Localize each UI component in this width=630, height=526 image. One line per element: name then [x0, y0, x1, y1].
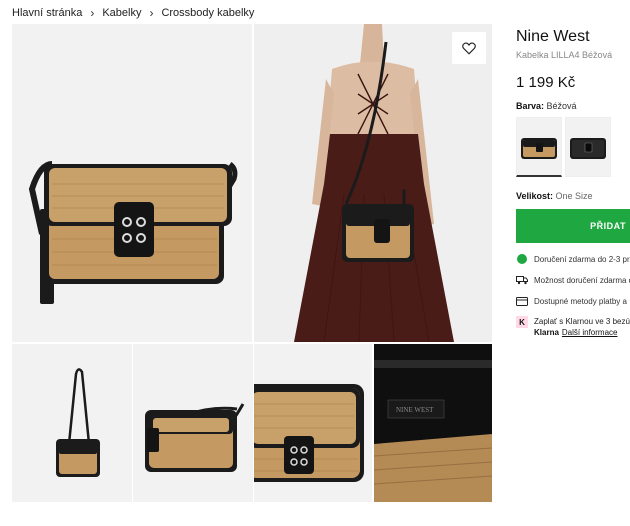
svg-text:NINE WEST: NINE WEST: [396, 406, 434, 414]
klarna-info: K Zaplať s Klarnou ve 3 bezúr Klarna Dalš…: [516, 316, 630, 338]
breadcrumb-home[interactable]: Hlavní stránka: [12, 7, 82, 19]
size-label: Velikost:: [516, 191, 554, 201]
bag-interior-image: NINE WEST: [374, 344, 492, 502]
feature-free-delivery: Možnost doručení zdarma do: [516, 274, 630, 286]
truck-icon: [516, 274, 528, 286]
feature-payment-text: Dostupné metody platby a: [534, 296, 627, 306]
swatch-black-image: [570, 138, 606, 159]
color-row: Barva: Béžová: [516, 101, 630, 111]
color-value: Béžová: [546, 101, 577, 111]
chevron-right-icon: ›: [90, 6, 95, 20]
product-image-model[interactable]: [254, 24, 492, 342]
klarna-more-info-link[interactable]: Další informace: [562, 328, 618, 337]
swatch-black[interactable]: [565, 117, 611, 177]
breadcrumb-kabelky[interactable]: Kabelky: [102, 7, 141, 19]
feature-delivery: Doručení zdarma do 2-3 pra: [516, 253, 630, 265]
add-to-cart-button[interactable]: PŘIDAT: [516, 209, 630, 243]
chevron-right-icon: ›: [149, 6, 154, 20]
product-info-panel: Nine West Kabelka LILLA4 Béžová 1 199 Kč…: [516, 28, 630, 338]
klarna-brand: Klarna: [534, 328, 559, 337]
feature-free-delivery-text: Možnost doručení zdarma do: [534, 275, 630, 285]
product-brand[interactable]: Nine West: [516, 28, 630, 46]
swatch-beige-image: [521, 137, 557, 159]
bag-front-image: [12, 24, 252, 342]
product-price: 1 199 Kč: [516, 74, 576, 91]
model-dress-image: [254, 24, 492, 342]
product-thumbnail-angle[interactable]: [133, 344, 253, 502]
bag-side-image: [12, 344, 132, 502]
breadcrumb: Hlavní stránka › Kabelky › Crossbody kab…: [12, 6, 254, 20]
size-row: Velikost: One Size: [516, 191, 630, 201]
swatch-beige[interactable]: [516, 117, 562, 177]
product-thumbnail-interior[interactable]: NINE WEST: [374, 344, 492, 502]
color-label: Barva:: [516, 101, 545, 111]
size-value: One Size: [555, 191, 593, 201]
product-thumbnail-detail[interactable]: [254, 344, 372, 502]
feature-delivery-text: Doručení zdarma do 2-3 pra: [534, 254, 630, 264]
product-thumbnail-side[interactable]: [12, 344, 132, 502]
heart-icon: [462, 41, 476, 55]
card-icon: [516, 295, 528, 307]
green-dot-icon: [516, 253, 528, 265]
bag-detail-image: [254, 344, 372, 502]
product-subtitle: Kabelka LILLA4 Béžová: [516, 50, 613, 60]
breadcrumb-crossbody[interactable]: Crossbody kabelky: [161, 7, 254, 19]
klarna-line: Zaplať s Klarnou ve 3 bezúr: [534, 317, 630, 326]
bag-angle-image: [133, 344, 253, 502]
product-image-main[interactable]: [12, 24, 252, 342]
klarna-icon: K: [516, 316, 528, 328]
color-swatches: [516, 117, 630, 177]
wishlist-button[interactable]: [452, 32, 486, 64]
feature-payment: Dostupné metody platby a: [516, 295, 630, 307]
